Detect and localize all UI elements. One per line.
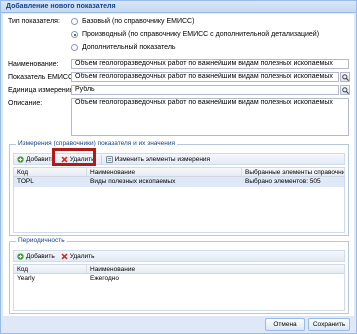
periodicity-add-label: Добавить — [26, 252, 55, 260]
description-label: Описание: — [8, 100, 43, 107]
radio-basic-label: Базовый (по справочнику ЕМИСС) — [82, 18, 195, 25]
periodicity-add-button[interactable]: Добавить — [17, 253, 55, 260]
unit-label: Единица измерения: — [8, 87, 76, 94]
add-icon — [17, 155, 24, 163]
emiss-search-button[interactable] — [340, 72, 350, 82]
dialog-footer: Отмена Сохранить — [3, 316, 354, 333]
dimensions-grid-header: Код Наименование Выбранные элементы спра… — [14, 168, 344, 177]
dimensions-add-label: Добавить — [26, 155, 55, 163]
radio-basic[interactable]: Базовый (по справочнику ЕМИСС) — [71, 18, 194, 25]
dimensions-edit-button[interactable]: Изменить элементы измерения — [105, 155, 211, 163]
periodicity-panel: Периодичность Добавить Удалить Код Наиме… — [9, 237, 349, 314]
radio-derived[interactable]: Производный (по справочнику ЕМИСС с допо… — [71, 31, 319, 38]
radio-additional[interactable]: Дополнительный показатель — [71, 44, 176, 51]
dimensions-edit-label: Изменить элементы измерения — [114, 155, 211, 163]
edit-elements-icon — [105, 155, 113, 163]
search-icon — [341, 73, 349, 81]
col-selected[interactable]: Выбранные элементы справочника — [242, 168, 344, 176]
periodicity-delete-button[interactable]: Удалить — [61, 253, 95, 260]
col-name[interactable]: Наименование — [87, 168, 242, 176]
add-icon — [17, 252, 24, 260]
periodicity-toolbar: Добавить Удалить — [13, 250, 345, 262]
row-name: Виды полезных ископаемых — [90, 178, 176, 185]
unit-search-button[interactable] — [340, 85, 350, 95]
add-indicator-dialog: Добавление нового показателя Тип показат… — [0, 0, 357, 334]
cancel-button[interactable]: Отмена — [265, 318, 305, 331]
save-button[interactable]: Сохранить — [308, 318, 350, 331]
dimensions-grid: Код Наименование Выбранные элементы спра… — [13, 167, 345, 233]
unit-field[interactable]: Рубль — [71, 85, 339, 95]
emiss-label: Показатель ЕМИСС: — [8, 74, 75, 81]
col-code[interactable]: Код — [14, 168, 87, 176]
dialog-title: Добавление нового показателя — [1, 1, 356, 13]
dimensions-legend: Измерения (справочники) показателя и их … — [16, 140, 178, 147]
radio-additional-circle[interactable] — [71, 44, 78, 51]
col-name[interactable]: Наименование — [87, 265, 344, 273]
row-name: Ежегодно — [90, 275, 119, 282]
row-code: TOPL — [17, 178, 34, 185]
periodicity-legend: Периодичность — [16, 237, 67, 244]
radio-derived-circle[interactable] — [71, 31, 78, 38]
emiss-field[interactable]: Объем геологоразведочных работ по важней… — [71, 72, 339, 82]
name-field[interactable]: Объем геологоразведочных работ по важней… — [71, 59, 349, 69]
col-code[interactable]: Код — [14, 265, 87, 273]
description-field[interactable]: Объем геологоразведочных работ по важней… — [71, 98, 349, 136]
highlight-frame — [52, 148, 96, 166]
periodicity-grid-header: Код Наименование — [14, 265, 344, 274]
delete-icon — [61, 253, 68, 260]
radio-additional-label: Дополнительный показатель — [82, 44, 176, 51]
radio-derived-label: Производный (по справочнику ЕМИСС с допо… — [82, 31, 320, 38]
radio-basic-circle[interactable] — [71, 18, 78, 25]
table-row[interactable]: Yearly Ежегодно — [14, 274, 344, 284]
table-row[interactable]: TOPL Виды полезных ископаемых Выбрано эл… — [14, 177, 344, 187]
row-selected: Выбрано элементов: 505 — [245, 178, 321, 185]
search-icon — [341, 86, 349, 94]
name-label: Наименование: — [8, 61, 59, 68]
dimensions-add-button[interactable]: Добавить — [17, 156, 55, 163]
toolbar-separator — [100, 154, 102, 164]
row-code: Yearly — [17, 275, 35, 282]
periodicity-delete-label: Удалить — [69, 252, 95, 260]
periodicity-grid: Код Наименование Yearly Ежегодно — [13, 264, 345, 311]
type-label: Тип показателя: — [8, 18, 60, 25]
dialog-body: Тип показателя: Базовый (по справочнику … — [3, 14, 354, 316]
